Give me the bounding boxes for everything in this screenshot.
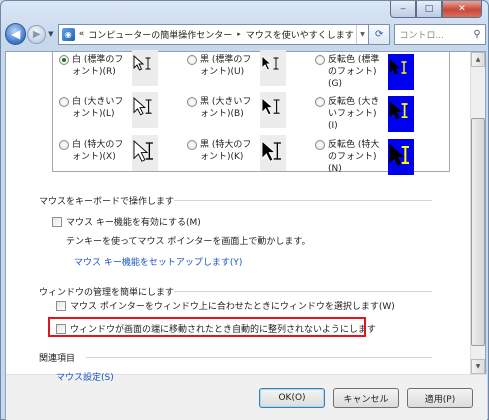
- window-frame: ‒ □ ✕ ◀ ▶ ▼ ◉ « コンピューターの簡単操作センター ▸ マウスを使…: [0, 0, 489, 420]
- pointer-preview-icon: [260, 50, 286, 86]
- pointer-preview-icon: [260, 92, 286, 128]
- pointer-scheme-label[interactable]: 白 (大きいフォント)(L): [72, 96, 130, 120]
- divider: [174, 200, 432, 201]
- pointer-scheme-option[interactable]: 黒 (特大のフォント)(K): [187, 135, 286, 171]
- pointer-scheme-option[interactable]: 反転色 (特大のフォント)(N): [315, 139, 414, 175]
- scroll-down-icon[interactable]: ▼: [471, 359, 485, 374]
- breadcrumb-ease-of-access[interactable]: コンピューターの簡単操作センター: [88, 28, 232, 41]
- vertical-scrollbar[interactable]: ▲ ▼: [470, 52, 485, 374]
- pointer-scheme-radio[interactable]: [315, 140, 325, 150]
- pointer-scheme-label[interactable]: 白 (標準のフォント)(R): [72, 54, 130, 78]
- close-button[interactable]: ✕: [442, 1, 482, 18]
- pointer-scheme-group: 白 (標準のフォント)(R) 黒 (標準のフォント)(U) 反転色 (標準のフォント…: [52, 50, 450, 175]
- mouse-keys-checkbox-label[interactable]: マウス キー機能を有効にする(M): [66, 215, 201, 228]
- minimize-button[interactable]: ‒: [390, 1, 416, 18]
- scroll-up-icon[interactable]: ▲: [471, 52, 485, 67]
- pointer-scheme-label[interactable]: 黒 (大きいフォント)(B): [200, 96, 258, 120]
- pointer-preview-icon: [132, 92, 158, 128]
- search-input[interactable]: コントロ... ⚲: [394, 23, 487, 45]
- related-section-title: 関連項目: [39, 354, 76, 364]
- pointer-scheme-radio[interactable]: [59, 140, 69, 150]
- pointer-scheme-label[interactable]: 黒 (特大のフォント)(K): [200, 139, 258, 163]
- pointer-scheme-option[interactable]: 白 (大きいフォント)(L): [59, 92, 158, 128]
- ok-button[interactable]: OK(O): [259, 388, 325, 408]
- maximize-button[interactable]: □: [416, 1, 442, 18]
- cancel-button[interactable]: キャンセル: [333, 388, 399, 408]
- pointer-scheme-radio[interactable]: [315, 97, 325, 107]
- pointer-scheme-label[interactable]: 白 (特大のフォント)(X): [72, 139, 130, 163]
- divider: [174, 291, 432, 292]
- pointer-preview-icon: [388, 96, 414, 132]
- content-pane: 白 (標準のフォント)(R) 黒 (標準のフォント)(U) 反転色 (標準のフォント…: [5, 50, 487, 420]
- pointer-scheme-radio[interactable]: [59, 97, 69, 107]
- navigation-bar: ◀ ▶ ▼ ◉ « コンピューターの簡単操作センター ▸ マウスを使いやすくしま…: [5, 21, 487, 47]
- pointer-scheme-radio[interactable]: [315, 55, 325, 65]
- highlight-box: [48, 317, 366, 337]
- pointer-scheme-label[interactable]: 反転色 (標準のフォント)(G): [328, 54, 386, 90]
- pointer-scheme-option[interactable]: 黒 (大きいフォント)(B): [187, 92, 286, 128]
- hover-select-checkbox-label[interactable]: マウス ポインターをウィンドウ上に合わせたときにウィンドウを選択します(W): [70, 299, 395, 312]
- refresh-button[interactable]: ⟳: [369, 23, 391, 45]
- pointer-scheme-radio[interactable]: [187, 55, 197, 65]
- pointer-scheme-radio[interactable]: [187, 140, 197, 150]
- scrollbar-thumb[interactable]: [471, 118, 485, 346]
- pointer-preview-icon: [388, 139, 414, 175]
- pointer-scheme-option[interactable]: 反転色 (標準のフォント)(G): [315, 54, 414, 90]
- search-icon[interactable]: ⚲: [469, 25, 485, 44]
- mouse-settings-link[interactable]: マウス設定(S): [56, 370, 114, 383]
- window-controls: ‒ □ ✕: [390, 1, 482, 18]
- setup-mouse-keys-link[interactable]: マウス キー機能をセットアップします(Y): [74, 255, 242, 268]
- crumb-prefix[interactable]: «: [79, 29, 85, 39]
- pointer-scheme-label[interactable]: 反転色 (大きいフォント)(I): [328, 96, 386, 132]
- pointer-scheme-option[interactable]: 白 (標準のフォント)(R): [59, 50, 158, 86]
- pointer-scheme-option[interactable]: 黒 (標準のフォント)(U): [187, 50, 286, 86]
- pointer-preview-icon: [388, 54, 414, 90]
- hover-select-checkbox[interactable]: [56, 300, 66, 311]
- pointer-scheme-label[interactable]: 反転色 (特大のフォント)(N): [328, 139, 386, 175]
- forward-button[interactable]: ▶: [27, 24, 46, 44]
- mouse-keys-description: テンキーを使ってマウス ポインターを画面上で動かします。: [66, 237, 311, 247]
- pointer-scheme-label[interactable]: 黒 (標準のフォント)(U): [200, 54, 258, 78]
- mouse-keys-checkbox-row[interactable]: マウス キー機能を有効にする(M): [52, 215, 201, 228]
- breadcrumb-mouse[interactable]: マウスを使いやすくします: [246, 28, 354, 41]
- divider: [86, 357, 432, 358]
- apply-button[interactable]: 適用(P): [407, 388, 473, 408]
- pointer-preview-icon: [260, 135, 286, 171]
- hover-select-checkbox-row[interactable]: マウス ポインターをウィンドウ上に合わせたときにウィンドウを選択します(W): [56, 299, 395, 312]
- pointer-preview-icon: [132, 135, 158, 171]
- pointer-scheme-option[interactable]: 反転色 (大きいフォント)(I): [315, 96, 414, 132]
- pointer-scheme-radio[interactable]: [59, 55, 69, 65]
- mouse-keys-section-title: マウスをキーボードで操作します: [39, 197, 175, 207]
- search-placeholder: コントロ...: [399, 30, 445, 41]
- recent-pages-dropdown[interactable]: ▼: [46, 30, 56, 38]
- back-button[interactable]: ◀: [5, 23, 27, 45]
- breadcrumb-separator[interactable]: ▸: [237, 30, 241, 38]
- window-management-section-title: ウィンドウの管理を簡単にします: [39, 288, 175, 298]
- mouse-keys-checkbox[interactable]: [52, 216, 62, 227]
- address-bar[interactable]: ◉ « コンピューターの簡単操作センター ▸ マウスを使いやすくします ▼: [57, 23, 370, 45]
- address-dropdown-icon[interactable]: ▼: [356, 24, 368, 44]
- pointer-scheme-option[interactable]: 白 (特大のフォント)(X): [59, 135, 158, 171]
- pointer-preview-icon: [132, 50, 158, 86]
- pointer-scheme-radio[interactable]: [187, 97, 197, 107]
- control-panel-icon: ◉: [61, 27, 75, 41]
